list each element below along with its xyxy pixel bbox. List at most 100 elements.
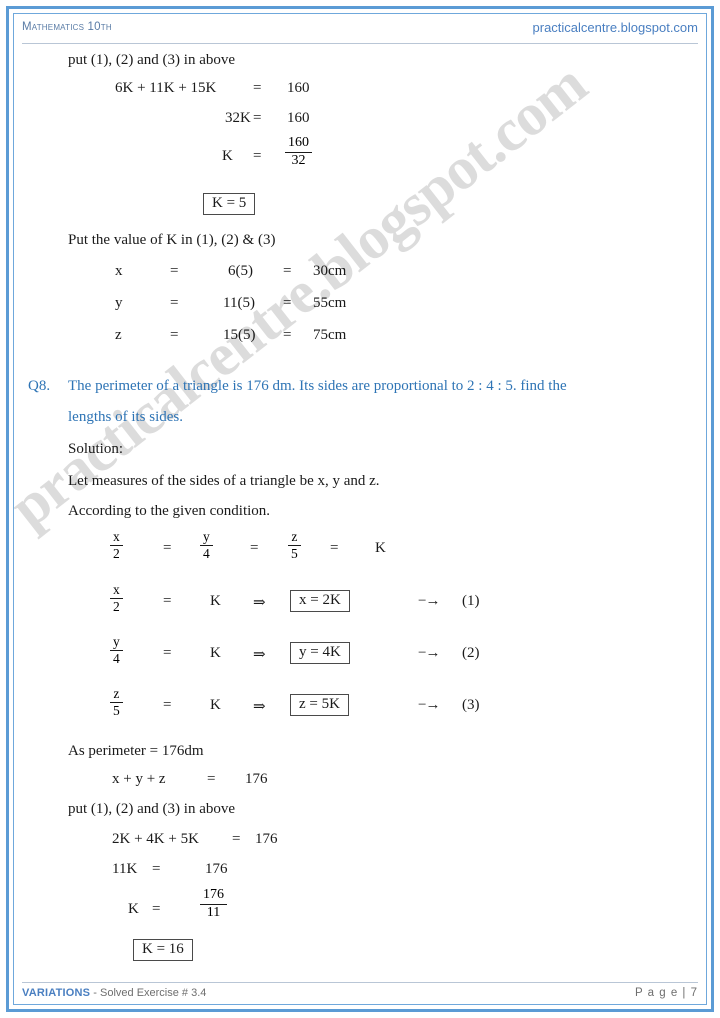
footer-exercise-label: - Solved Exercise # 3.4	[93, 987, 207, 999]
combined-rhs: 176	[205, 861, 228, 877]
footer-chapter-title: VARIATIONS	[22, 987, 91, 999]
k-fraction-value: 160 32	[285, 135, 312, 170]
value-row-2-eq1: =	[170, 327, 179, 343]
final-k-lhs: K	[128, 901, 139, 917]
k-value-result-box: K = 5	[203, 193, 256, 215]
header-website-url: practicalcentre.blogspot.com	[532, 20, 698, 35]
final-k-operator: =	[152, 901, 161, 917]
footer-chapter-info: VARIATIONS - Solved Exercise # 3.4	[22, 987, 206, 999]
final-k-result-text: K = 16	[133, 939, 193, 961]
derivation-2-constant: K	[210, 697, 221, 713]
proportion-equals-2: =	[330, 540, 339, 556]
derivation-2-equals: =	[163, 697, 172, 713]
derivation-2-reference: (3)	[462, 697, 480, 713]
sum-rhs: 176	[245, 771, 268, 787]
substituted-operator: =	[232, 831, 241, 847]
derivation-1-result-text: y = 4K	[290, 642, 350, 664]
derivation-2-numerator: z	[110, 686, 123, 704]
final-fraction-denominator: 11	[206, 904, 221, 920]
proportion-equals-0: =	[163, 540, 172, 556]
page-footer: VARIATIONS - Solved Exercise # 3.4 P a g…	[22, 982, 698, 1004]
derivation-0-reference: (1)	[462, 593, 480, 609]
value-row-2-result: 75cm	[313, 327, 347, 343]
derivation-0-implies-icon: ⇒	[253, 595, 266, 611]
derivation-0-equals: =	[163, 593, 172, 609]
derivation-1-numerator: y	[110, 634, 123, 652]
final-k-result-box: K = 16	[133, 939, 193, 961]
equation-rhs-1: 160	[287, 110, 310, 126]
derivation-1-equals: =	[163, 645, 172, 661]
derivation-2-arrow-icon: −→	[418, 697, 440, 713]
proportion-term-1-denominator: 4	[203, 546, 210, 562]
value-row-1-expr: 11(5)	[223, 295, 255, 311]
footer-page-number: P a g e | 7	[634, 987, 698, 999]
value-row-2-eq2: =	[283, 327, 292, 343]
derivation-2-implies-icon: ⇒	[253, 699, 266, 715]
derivation-2-result-box: z = 5K	[290, 694, 349, 716]
equation-operator-0: =	[253, 80, 262, 96]
let-measures-line: Let measures of the sides of a triangle …	[68, 473, 380, 489]
question-number: Q8.	[28, 378, 51, 394]
k-fraction-lhs: K	[222, 148, 233, 164]
equation-rhs-0: 160	[287, 80, 310, 96]
derivation-1-fraction: y 4	[110, 634, 123, 668]
according-to-condition-line: According to the given condition.	[68, 503, 271, 519]
proportion-term-0-denominator: 2	[113, 546, 120, 562]
substituted-rhs: 176	[255, 831, 278, 847]
fraction-denominator: 32	[291, 152, 306, 168]
fraction-numerator: 160	[285, 135, 312, 153]
document-page: practicalcentre.blogspot.com Mathematics…	[0, 0, 720, 1018]
proportion-constant: K	[375, 540, 386, 556]
final-fraction-numerator: 176	[200, 887, 227, 905]
derivation-1-denominator: 4	[113, 651, 120, 667]
equation-lhs-1: 32K	[225, 110, 251, 126]
derivation-2-fraction: z 5	[110, 686, 123, 720]
proportion-term-1: y 4	[200, 529, 213, 563]
value-row-0-eq1: =	[170, 263, 179, 279]
combined-lhs: 11K	[112, 861, 138, 877]
derivation-1-reference: (2)	[462, 645, 480, 661]
equation-operator-1: =	[253, 110, 262, 126]
put-value-of-k-line: Put the value of K in (1), (2) & (3)	[68, 232, 276, 248]
derivation-1-constant: K	[210, 645, 221, 661]
derivation-1-implies-icon: ⇒	[253, 647, 266, 663]
value-row-2-expr: 15(5)	[223, 327, 256, 343]
final-k-fraction: 176 11	[200, 887, 227, 922]
question-text-line-2: lengths of its sides.	[68, 409, 183, 425]
page-header: Mathematics 10th practicalcentre.blogspo…	[22, 20, 698, 44]
derivation-0-constant: K	[210, 593, 221, 609]
value-row-2-var: z	[115, 327, 122, 343]
proportion-term-2-numerator: z	[288, 529, 301, 547]
k-fraction-operator: =	[253, 148, 262, 164]
proportion-term-0-numerator: x	[110, 529, 123, 547]
derivation-0-numerator: x	[110, 582, 123, 600]
header-subject-title: Mathematics 10th	[22, 21, 112, 33]
k-value-result-text: K = 5	[203, 193, 256, 215]
combined-operator: =	[152, 861, 161, 877]
derivation-0-result-text: x = 2K	[290, 590, 350, 612]
value-row-0-expr: 6(5)	[228, 263, 253, 279]
value-row-0-result: 30cm	[313, 263, 347, 279]
value-row-1-var: y	[115, 295, 123, 311]
question-text-line-1: The perimeter of a triangle is 176 dm. I…	[68, 378, 567, 394]
derivation-0-arrow-icon: −→	[418, 593, 440, 609]
proportion-term-2-denominator: 5	[291, 546, 298, 562]
derivation-2-result-text: z = 5K	[290, 694, 349, 716]
equation-lhs-0: 6K + 11K + 15K	[115, 80, 217, 96]
derivation-0-result-box: x = 2K	[290, 590, 350, 612]
page-content: put (1), (2) and (3) in above 6K + 11K +…	[0, 0, 720, 1018]
proportion-term-2: z 5	[288, 529, 301, 563]
derivation-0-fraction: x 2	[110, 582, 123, 616]
proportion-equals-1: =	[250, 540, 259, 556]
value-row-0-eq2: =	[283, 263, 292, 279]
put-equations-instruction-bottom: put (1), (2) and (3) in above	[68, 801, 236, 817]
value-row-1-result: 55cm	[313, 295, 347, 311]
value-row-1-eq2: =	[283, 295, 292, 311]
put-equations-instruction-top: put (1), (2) and (3) in above	[68, 52, 236, 68]
value-row-0-var: x	[115, 263, 123, 279]
value-row-1-eq1: =	[170, 295, 179, 311]
derivation-0-denominator: 2	[113, 599, 120, 615]
derivation-1-result-box: y = 4K	[290, 642, 350, 664]
sum-operator: =	[207, 771, 216, 787]
solution-label: Solution:	[68, 441, 124, 457]
